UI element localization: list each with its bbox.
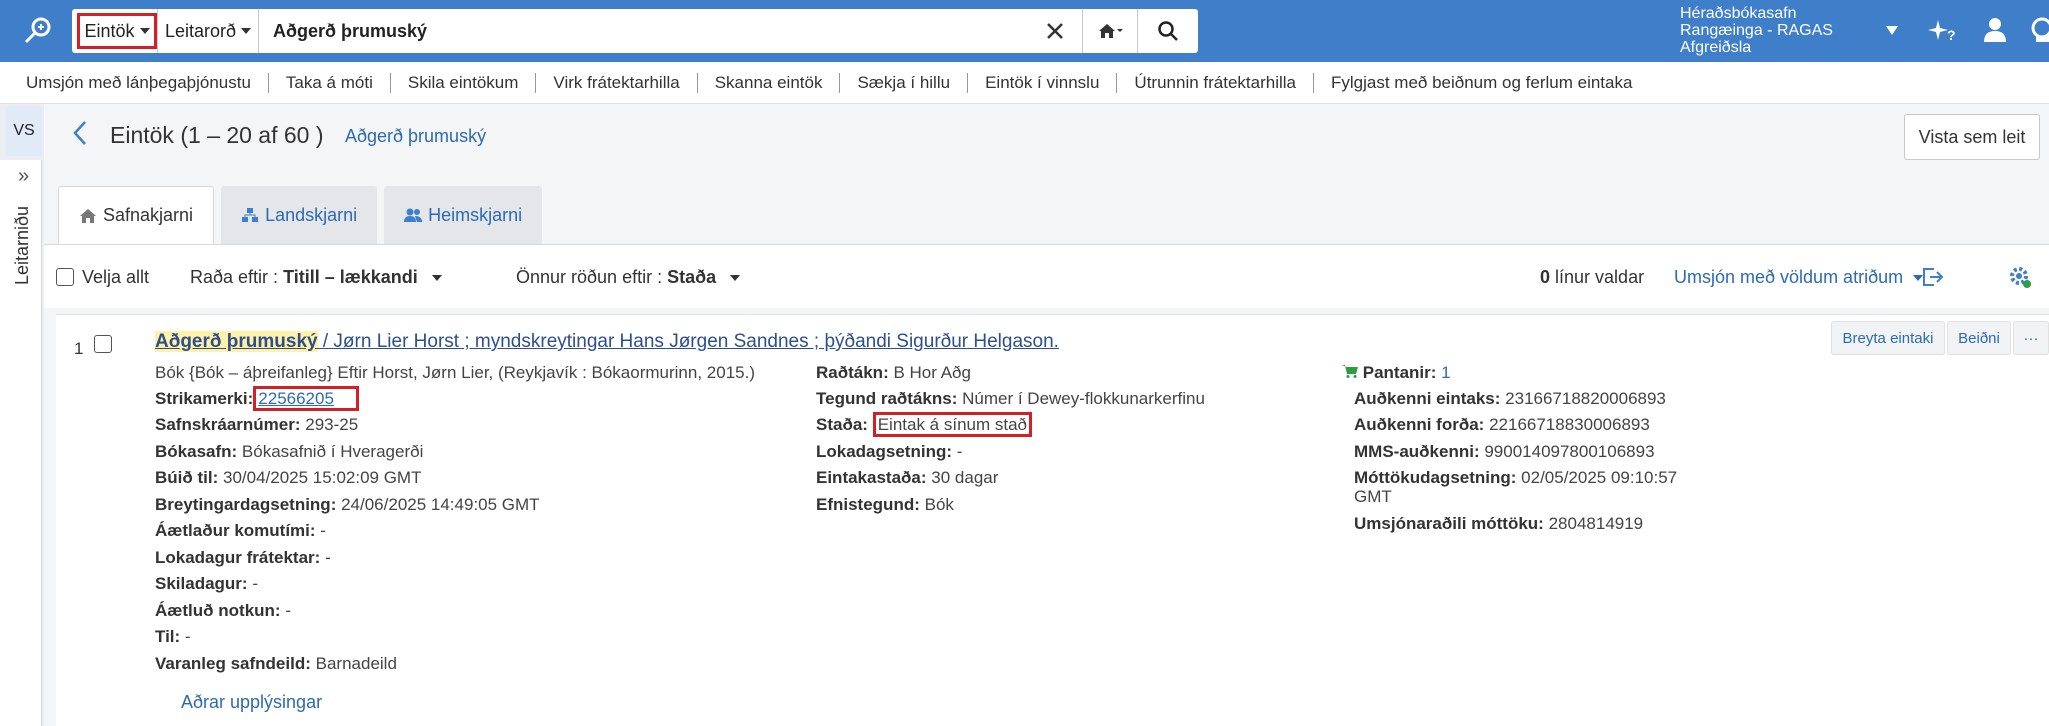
field-created: Búið til: 30/04/2025 15:02:09 GMT (155, 468, 422, 487)
field-to: Til: - (155, 627, 191, 646)
field-library: Bókasafn: Bókasafnið í Hveragerði (155, 442, 424, 461)
field-holdings-id: Auðkenni forða: 22166718830006893 (1354, 415, 1650, 434)
save-query-button[interactable]: Vista sem leit (1904, 114, 2040, 160)
top-bar: Eintök Leitarorð Aðgerð þrumuský Héraðsb… (0, 0, 2049, 62)
sort-dropdown[interactable]: Raða eftir : Titill – lækkandi (190, 267, 442, 288)
field-accession-number: Safnskráarnúmer: 293-25 (155, 415, 359, 434)
chevron-down-icon (241, 28, 252, 34)
field-status: Staða: Eintak á sínum stað (816, 412, 1033, 437)
secondary-sort-dropdown[interactable]: Önnur röðun eftir : Staða (516, 267, 741, 288)
barcode-link[interactable]: 22566205 (258, 389, 334, 408)
row-checkbox[interactable] (94, 335, 112, 353)
request-button[interactable]: Beiðni (1947, 321, 2011, 355)
requests-link[interactable]: 1 (1441, 363, 1450, 382)
saved-searches-tab[interactable]: VS (6, 106, 42, 156)
field-material-type: Efnistegund: Bók (816, 495, 954, 514)
results-toolbar: Velja allt Raða eftir : Titill – lækkand… (44, 244, 2049, 308)
status-badge: Eintak á sínum stað (872, 412, 1033, 437)
caret-down-icon[interactable] (1885, 24, 1899, 42)
field-item-policy: Eintakastaða: 30 dagar (816, 468, 999, 487)
field-receiving-date: Móttökudagsetning: 02/05/2025 09:10:57 (1354, 468, 1678, 487)
back-arrow-icon[interactable] (72, 120, 88, 153)
subnav-active-hold-shelf[interactable]: Virk frátektarhilla (553, 73, 679, 93)
query-link[interactable]: Aðgerð þrumuský (345, 126, 486, 147)
subnav-return[interactable]: Skila eintökum (408, 73, 519, 93)
field-call-number-type: Tegund raðtákns: Númer í Dewey-flokkunar… (816, 389, 1205, 408)
row-number: 1 (74, 339, 84, 358)
result-card: 1 Aðgerð þrumuský / Jørn Lier Horst ; my… (56, 314, 2049, 726)
institution-selector[interactable]: Héraðsbókasafn Rangæinga - RAGAS Afgreið… (1680, 5, 1833, 56)
bulk-actions-dropdown[interactable]: Umsjón með völdum atriðum (1674, 267, 1924, 288)
search-input[interactable]: Aðgerð þrumuský (259, 21, 1028, 42)
lamp-icon[interactable] (2028, 14, 2049, 49)
search-field-dropdown[interactable]: Leitarorð (158, 9, 258, 53)
subnav-items-in-process[interactable]: Eintök í vinnslu (985, 73, 1099, 93)
field-due-date: Skiladagur: - (155, 574, 258, 593)
edit-item-button[interactable]: Breyta eintaki (1831, 321, 1945, 355)
clear-search-button[interactable] (1028, 9, 1082, 53)
chevron-down-icon (431, 275, 442, 282)
select-all-checkbox[interactable] (56, 268, 74, 286)
subnav-fulfillment[interactable]: Umsjón með lánþegaþjónustu (26, 73, 251, 93)
search-logo-icon[interactable] (22, 14, 56, 48)
chevron-down-icon (730, 275, 741, 282)
more-actions-button[interactable]: ··· (2013, 321, 2049, 355)
field-mms-id: MMS-auðkenni: 990014097800106893 (1354, 442, 1655, 461)
search-type-dropdown[interactable]: Eintök (77, 13, 157, 49)
subnav-receive[interactable]: Taka á móti (286, 73, 373, 93)
user-icon[interactable] (1982, 16, 2008, 49)
search-icon (1158, 21, 1178, 41)
field-barcode: Strikamerki: 22566205 (155, 386, 359, 411)
record-title-link[interactable]: Aðgerð þrumuský / Jørn Lier Horst ; mynd… (155, 331, 1059, 353)
tab-institution[interactable]: Safnakjarni (58, 186, 215, 244)
export-icon[interactable] (1922, 267, 1944, 292)
facet-panel-label[interactable]: Leitarniðu (12, 195, 33, 285)
field-item-id: Auðkenni eintaks: 23166718820006893 (1354, 389, 1666, 408)
chevron-down-icon (139, 28, 150, 34)
expand-panel-icon[interactable]: » (18, 165, 29, 188)
subnav-pick-from-shelf[interactable]: Sækja í hillu (857, 73, 950, 93)
search-scope-button[interactable] (1083, 9, 1137, 53)
close-icon (1047, 23, 1063, 39)
field-requests: Pantanir: 1 (1342, 363, 1451, 383)
svg-text:?: ? (1947, 27, 1956, 43)
search-button[interactable] (1138, 9, 1198, 53)
field-permanent-location: Varanleg safndeild: Barnadeild (155, 654, 397, 673)
subnav-scan-items[interactable]: Skanna eintök (715, 73, 823, 93)
more-info-link[interactable]: Aðrar upplýsingar (181, 692, 322, 713)
home-icon (1099, 24, 1123, 38)
field-receiving-date-tz: GMT (1354, 487, 1392, 506)
field-expected-use: Áætluð notkun: - (155, 601, 291, 620)
field-hold-expiry: Lokadagur frátektar: - (155, 548, 331, 567)
sub-navigation: Umsjón með lánþegaþjónustu Taka á móti S… (0, 62, 2049, 104)
field-receiving-operator: Umsjónaraðili móttöku: 2804814919 (1354, 514, 1644, 533)
main-content: Eintök (1 – 20 af 60 ) Aðgerð þrumuský V… (44, 104, 2049, 726)
field-end-date: Lokadagsetning: - (816, 442, 963, 461)
sparkle-help-icon[interactable]: ? (1928, 16, 1958, 49)
search-bar: Eintök Leitarorð Aðgerð þrumuský (72, 9, 1198, 53)
tab-network[interactable]: Landskjarni (221, 186, 378, 244)
subnav-expired-hold-shelf[interactable]: Útrunnin frátektarhilla (1134, 73, 1296, 93)
selected-count: 0 línur valdar (1540, 267, 1645, 287)
network-icon (242, 208, 259, 222)
home-icon (80, 208, 96, 223)
page-title: Eintök (1 – 20 af 60 ) (110, 122, 324, 148)
people-icon (404, 208, 423, 222)
tab-bar: Safnakjarni Landskjarni Heimskjarni (58, 186, 549, 244)
field-modified: Breytingardagsetning: 24/06/2025 14:49:0… (155, 495, 540, 514)
select-all-label[interactable]: Velja allt (82, 267, 149, 288)
settings-gear-icon[interactable] (2008, 265, 2032, 294)
field-expected-arrival: Áætlaður komutími: - (155, 521, 326, 540)
field-call-number: Raðtákn: B Hor Aðg (816, 363, 971, 382)
record-type: Bók {Bók – áþreifanleg} Eftir Horst, Jør… (155, 363, 755, 382)
tab-community[interactable]: Heimskjarni (384, 186, 543, 244)
cart-icon (1342, 363, 1358, 382)
subnav-monitor-requests[interactable]: Fylgjast með beiðnum og ferlum eintaka (1331, 73, 1632, 93)
